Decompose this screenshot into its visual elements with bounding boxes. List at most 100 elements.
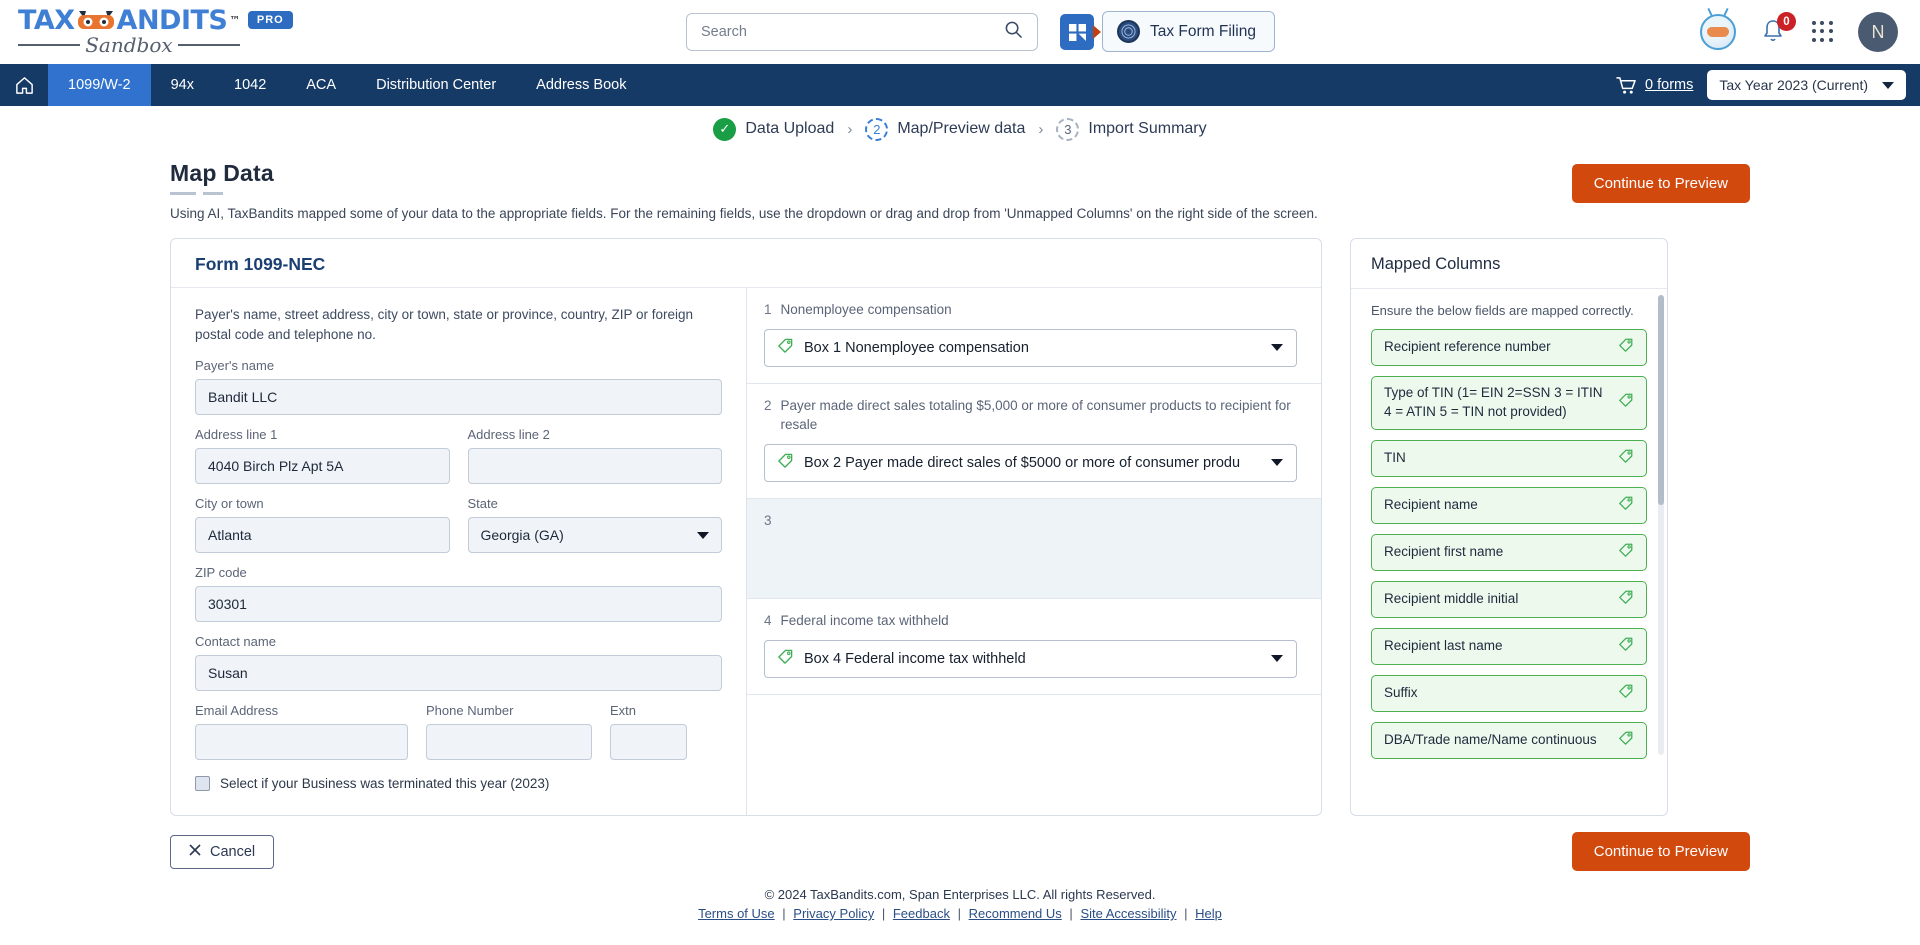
nav-label: Address Book [536, 77, 627, 93]
tag-icon [1618, 542, 1634, 563]
cancel-button[interactable]: Cancel [170, 834, 275, 869]
search-box[interactable] [686, 13, 1038, 51]
continue-to-preview-button-bottom[interactable]: Continue to Preview [1571, 832, 1750, 871]
box-4-label: Federal income tax withheld [780, 612, 949, 628]
box-1-mapped-value: Box 1 Nonemployee compensation [804, 339, 1029, 356]
payer-name-input[interactable]: Bandit LLC [195, 379, 722, 416]
chevron-down-icon [1882, 81, 1894, 89]
mapped-chip[interactable]: Recipient first name [1371, 533, 1647, 571]
search-input[interactable] [701, 24, 1004, 40]
nav-item-distribution-center[interactable]: Distribution Center [356, 64, 516, 106]
address1-group: Address line 1 4040 Birch Plz Apt 5A [195, 427, 450, 485]
box-1-heading: 1 Nonemployee compensation [764, 301, 1297, 320]
box-4-mapped-value: Box 4 Federal income tax withheld [804, 650, 1026, 667]
business-terminated-row[interactable]: Select if your Business was terminated t… [195, 776, 722, 792]
box-2-mapped-value: Box 2 Payer made direct sales of $5000 o… [804, 454, 1241, 471]
mapped-chip-label: Suffix [1384, 684, 1418, 700]
contact-name-input[interactable]: Susan [195, 655, 722, 692]
phone-group: Phone Number [426, 703, 592, 761]
mapped-chip[interactable]: DBA/Trade name/Name continuous [1371, 721, 1647, 759]
link-separator: | [1184, 906, 1188, 921]
link-separator: | [1069, 906, 1073, 921]
tag-icon [1618, 495, 1634, 516]
logo-rule-right [177, 43, 240, 46]
mapped-columns-scrollbar[interactable] [1658, 295, 1664, 755]
cart-forms-link[interactable]: 0 forms [1616, 76, 1693, 95]
user-avatar[interactable]: N [1858, 12, 1898, 52]
city-group: City or town Atlanta [195, 496, 450, 554]
email-input[interactable] [195, 724, 408, 761]
nav-item-address-book[interactable]: Address Book [516, 64, 646, 106]
mapped-chip[interactable]: TIN [1371, 439, 1647, 477]
mapped-chip[interactable]: Type of TIN (1= EIN 2=SSN 3 = ITIN 4 = A… [1371, 376, 1647, 430]
box-4-mapping-select[interactable]: Box 4 Federal income tax withheld [764, 639, 1297, 678]
zip-input[interactable]: 30301 [195, 586, 722, 623]
mapped-chip[interactable]: Recipient reference number [1371, 329, 1647, 366]
box-1-mapping-select[interactable]: Box 1 Nonemployee compensation [764, 328, 1297, 367]
footer-link-terms-of-use[interactable]: Terms of Use [698, 906, 775, 921]
business-terminated-checkbox[interactable] [195, 776, 210, 792]
step-import-summary[interactable]: 3 Import Summary [1056, 117, 1207, 141]
payer-name-label: Payer's name [195, 358, 275, 374]
city-input[interactable]: Atlanta [195, 517, 450, 554]
box-2-mapping-select[interactable]: Box 2 Payer made direct sales of $5000 o… [764, 443, 1297, 482]
tag-icon [777, 452, 794, 474]
box-4-cell: 4 Federal income tax withheld Box 4 Fede… [747, 599, 1321, 695]
app-launcher-button[interactable] [1060, 14, 1101, 50]
nav-label: 1042 [234, 77, 267, 93]
footer-link-help[interactable]: Help [1195, 906, 1222, 921]
extn-label: Extn [610, 703, 637, 719]
nav-item-1099-w2[interactable]: 1099/W-2 [48, 64, 151, 106]
tag-icon [1618, 337, 1634, 358]
pro-badge: PRO [247, 10, 293, 29]
chevron-down-icon [1271, 344, 1283, 352]
nav-item-94x[interactable]: 94x [151, 64, 214, 106]
mapped-chip[interactable]: Recipient middle initial [1371, 580, 1647, 618]
nav-item-1042[interactable]: 1042 [214, 64, 286, 106]
continue-to-preview-button-top[interactable]: Continue to Preview [1571, 164, 1750, 203]
apps-grid-icon[interactable] [1812, 21, 1834, 43]
mapped-chip[interactable]: Recipient name [1371, 486, 1647, 524]
address2-input[interactable] [467, 448, 722, 485]
page-header: Map Data Using AI, TaxBandits mapped som… [28, 152, 1892, 221]
box-1-number: 1 [764, 302, 772, 317]
nav-item-aca[interactable]: ACA [286, 64, 356, 106]
chevron-down-icon [697, 531, 709, 539]
chatbot-icon[interactable] [1700, 14, 1736, 50]
logo-text-bandits: ANDITS [116, 4, 228, 36]
box-2-number: 2 [764, 397, 772, 413]
state-label: State [467, 496, 498, 512]
box-1-label: Nonemployee compensation [780, 302, 952, 317]
home-icon[interactable] [0, 64, 48, 106]
address1-input[interactable]: 4040 Birch Plz Apt 5A [195, 448, 450, 485]
brand-logo[interactable]: TAX ANDITS ™ Sandbox PRO [18, 7, 293, 57]
box-3-heading: 3 [764, 512, 1297, 531]
header-actions: 0 N [1700, 0, 1898, 64]
mapped-chip[interactable]: Recipient last name [1371, 627, 1647, 665]
footer-link-feedback[interactable]: Feedback [893, 906, 950, 921]
chatbot-mask [1707, 27, 1729, 37]
step-data-upload[interactable]: ✓ Data Upload [713, 117, 834, 141]
footer-link-site-accessibility[interactable]: Site Accessibility [1080, 906, 1176, 921]
search-icon[interactable] [1004, 20, 1023, 44]
extn-input[interactable] [610, 724, 687, 761]
tax-year-select[interactable]: Tax Year 2023 (Current) [1707, 70, 1906, 100]
step-separator: › [1038, 120, 1044, 138]
state-select[interactable]: Georgia (GA) [467, 517, 722, 554]
footer-link-privacy-policy[interactable]: Privacy Policy [793, 906, 874, 921]
phone-input[interactable] [426, 724, 592, 761]
zip-label: ZIP code [195, 565, 247, 581]
nav-label: Distribution Center [376, 77, 497, 93]
cart-icon [1616, 76, 1636, 94]
tag-icon [1618, 730, 1634, 751]
mapped-chip-label: Recipient middle initial [1384, 590, 1519, 606]
step-separator: › [847, 120, 853, 138]
step-map-preview-data[interactable]: 2 Map/Preview data [865, 117, 1025, 141]
logo-wordmark: TAX ANDITS ™ [18, 7, 240, 34]
tax-form-filing-button[interactable]: Tax Form Filing [1102, 11, 1275, 52]
notifications-button[interactable]: 0 [1760, 12, 1796, 47]
logo-sandbox-text: Sandbox [85, 32, 173, 57]
mapped-chip[interactable]: Suffix [1371, 674, 1647, 712]
box-1-cell: 1 Nonemployee compensation Box 1 Nonempl… [747, 288, 1321, 384]
footer-link-recommend-us[interactable]: Recommend Us [969, 906, 1062, 921]
